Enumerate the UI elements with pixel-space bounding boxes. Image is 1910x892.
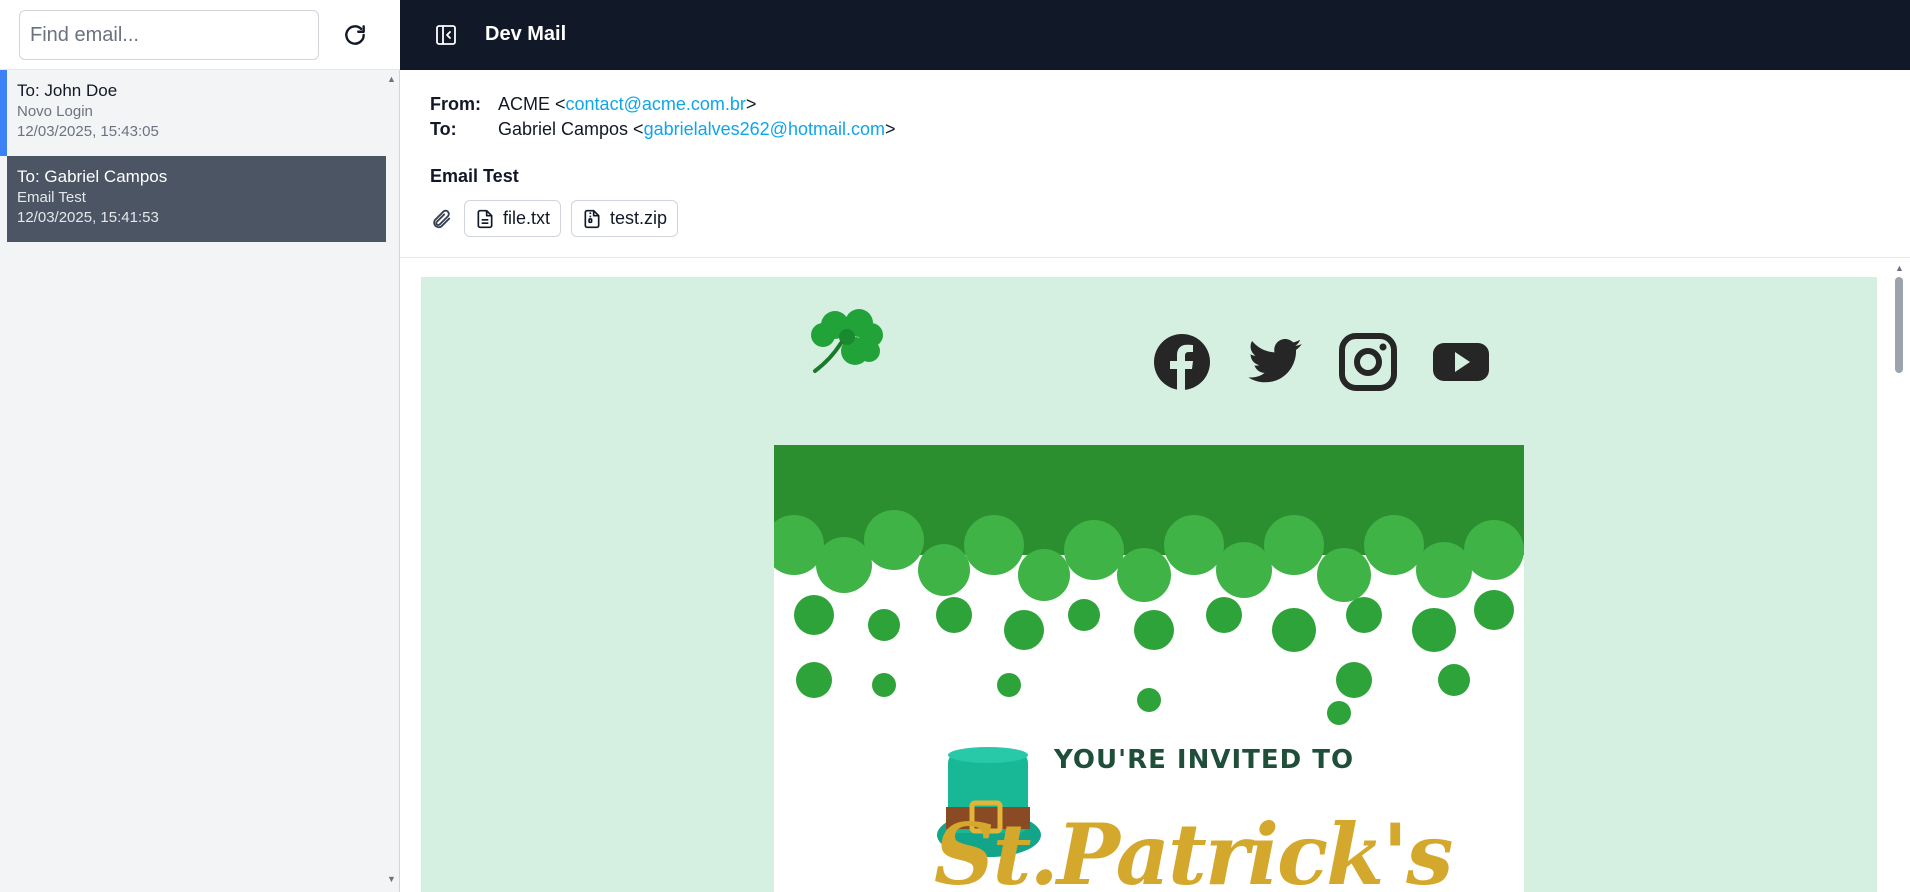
scroll-up-arrow[interactable]: ▲ — [1895, 263, 1904, 273]
body-scrollbar[interactable]: ▲ — [1888, 259, 1910, 892]
email-canvas: YOU'RE INVITED TO St.Patrick's — [421, 277, 1877, 892]
shamrock-logo-icon — [811, 309, 883, 373]
email-date: 12/03/2025, 15:43:05 — [17, 123, 159, 140]
list-item[interactable]: To: John Doe Novo Login 12/03/2025, 15:4… — [0, 70, 394, 156]
app-title: Dev Mail — [485, 23, 567, 45]
to-email-link[interactable]: gabrielalves262@hotmail.com — [644, 119, 885, 139]
email-list: To: John Doe Novo Login 12/03/2025, 15:4… — [0, 70, 398, 892]
attachment-file-txt[interactable]: file.txt — [464, 200, 562, 237]
from-row: From: ACME <contact@acme.com.br> — [430, 92, 756, 116]
twitter-icon[interactable] — [1246, 333, 1304, 391]
collapse-sidebar-button[interactable] — [434, 23, 458, 47]
attachment-name: test.zip — [610, 208, 668, 228]
facebook-icon[interactable] — [1153, 333, 1211, 391]
paperclip-icon — [433, 209, 451, 228]
from-close: > — [745, 94, 757, 114]
attachment-name: file.txt — [503, 208, 551, 228]
refresh-button[interactable] — [336, 16, 374, 54]
list-scroll-up-arrow[interactable]: ▲ — [387, 74, 396, 84]
message-subject: Email Test — [430, 166, 519, 186]
from-name: ACME < — [498, 94, 566, 114]
top-bar: Dev Mail — [400, 0, 1910, 70]
email-recipient: To: Gabriel Campos — [17, 167, 168, 186]
email-subject: Email Test — [17, 189, 86, 206]
hero-image: YOU'RE INVITED TO St.Patrick's — [774, 445, 1524, 892]
list-item-selected[interactable]: To: Gabriel Campos Email Test 12/03/2025… — [7, 156, 386, 242]
clover-banner-image — [774, 445, 1524, 735]
email-recipient: To: John Doe — [17, 81, 118, 100]
to-close: > — [884, 119, 896, 139]
email-body: YOU'RE INVITED TO St.Patrick's — [400, 259, 1910, 892]
instagram-icon[interactable] — [1339, 333, 1397, 391]
scroll-thumb[interactable] — [1895, 277, 1903, 373]
to-name: Gabriel Campos < — [498, 119, 644, 139]
email-subject: Novo Login — [17, 103, 93, 120]
attachment-test-zip[interactable]: test.zip — [571, 200, 679, 237]
file-text-icon — [477, 209, 493, 228]
from-email-link[interactable]: contact@acme.com.br — [566, 94, 746, 114]
to-label: To: — [430, 119, 457, 139]
to-row: To: Gabriel Campos <gabrielalves262@hotma… — [430, 117, 896, 141]
search-bar — [0, 0, 400, 70]
file-archive-icon — [584, 209, 600, 228]
email-header: From: ACME <contact@acme.com.br> To: Gabri… — [400, 70, 1910, 258]
email-sidebar: To: John Doe Novo Login 12/03/2025, 15:4… — [0, 0, 400, 892]
sidebar-collapse-icon — [436, 25, 456, 45]
refresh-icon — [345, 25, 365, 45]
youtube-icon[interactable] — [1432, 333, 1490, 391]
from-label: From: — [430, 94, 481, 114]
email-date: 12/03/2025, 15:41:53 — [17, 209, 159, 226]
invite-text: YOU'RE INVITED TO — [1054, 745, 1355, 775]
search-input[interactable] — [19, 10, 319, 60]
script-heading: St.Patrick's — [934, 805, 1453, 892]
attachments-bar: file.txt test.zip — [430, 200, 679, 237]
list-scroll-down-arrow[interactable]: ▼ — [387, 874, 396, 884]
